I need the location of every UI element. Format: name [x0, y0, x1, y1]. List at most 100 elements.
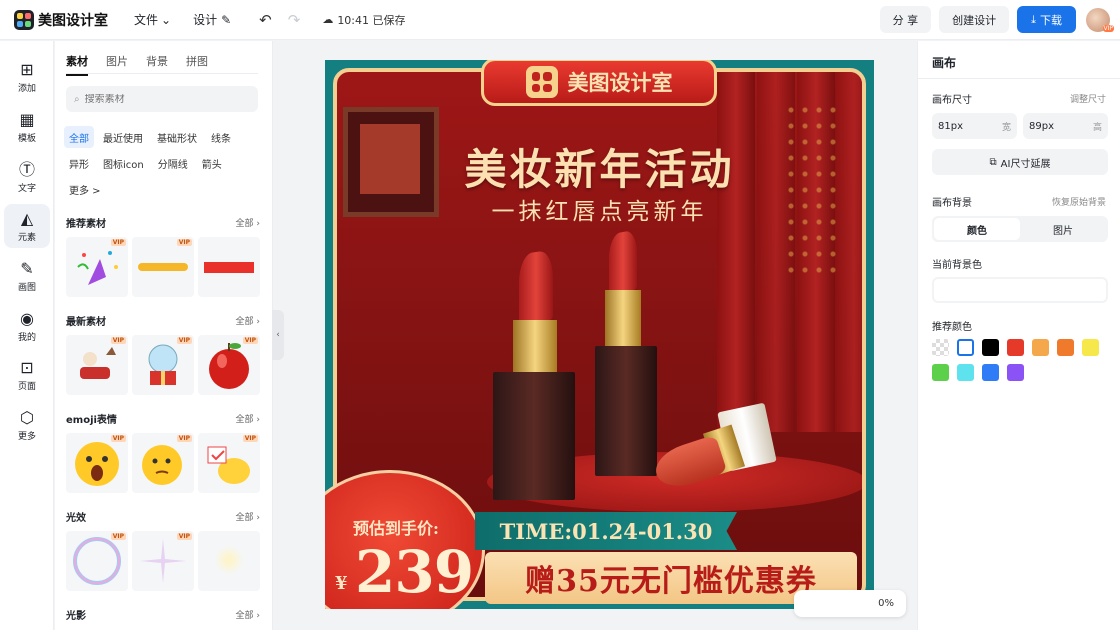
lipstick-gold-sleeve [513, 320, 557, 380]
rail-item-text[interactable]: Ⓣ 文字 [4, 155, 50, 199]
cube-icon: ⬡ [20, 407, 34, 427]
swatch-blue[interactable] [982, 364, 999, 381]
swatch-red[interactable] [1007, 339, 1024, 356]
section-emoji: emoji表情 全部 › VIP VIP VIP [66, 411, 260, 493]
curtain [717, 72, 755, 432]
height-field[interactable]: 89px 高 [1023, 113, 1108, 139]
rail-item-elements[interactable]: ◭ 元素 [4, 204, 50, 248]
swatch-green[interactable] [932, 364, 949, 381]
undo-icon[interactable]: ↶ [259, 11, 272, 29]
design-menu[interactable]: 设计 ✎ [193, 11, 231, 28]
brand-badge-text: 美图设计室 [567, 70, 673, 95]
zoom-control[interactable]: 0% [794, 590, 906, 617]
swatch-black[interactable] [982, 339, 999, 356]
app-logo[interactable]: 美图设计室 [14, 9, 108, 30]
chip-lines[interactable]: 线条 [206, 126, 236, 148]
avatar[interactable]: VIP [1086, 7, 1114, 32]
poster-subtitle[interactable]: 一抹红唇点亮新年 [337, 192, 862, 226]
chip-arrows[interactable]: 箭头 [197, 152, 227, 174]
see-all-link[interactable]: 全部 › [236, 608, 260, 621]
chip-icons[interactable]: 图标icon [98, 152, 149, 174]
properties-panel: 画布 画布尺寸 调整尺寸 81px 宽 89px 高 ⧉ AI尺寸延展 画布背景… [917, 41, 1120, 630]
asset-snow-globe[interactable]: VIP [132, 335, 194, 395]
asset-sparkle-star[interactable]: VIP [132, 531, 194, 591]
asset-glow-light[interactable] [198, 531, 260, 591]
asset-christmas-sleigh[interactable]: VIP [66, 335, 128, 395]
swatch-yellow[interactable] [1082, 339, 1099, 356]
see-all-link[interactable]: 全部 › [236, 216, 260, 229]
chip-recent[interactable]: 最近使用 [98, 126, 148, 148]
section-title: emoji表情 [66, 414, 117, 426]
vip-badge: VIP [176, 337, 192, 344]
asset-party-popper[interactable]: VIP [66, 237, 128, 297]
asset-red-bar[interactable] [198, 237, 260, 297]
apple-icon [209, 343, 249, 389]
swatch-transparent[interactable] [932, 339, 949, 356]
bg-type-toggle: 颜色 图片 [932, 216, 1108, 242]
asset-red-apple[interactable]: VIP [198, 335, 260, 395]
price-label[interactable]: 预估到手价: [353, 515, 439, 539]
design-canvas[interactable]: 美妆新年活动 一抹红唇点亮新年 美图设计室 预估到手价: ¥ 239 TIME:… [325, 60, 874, 609]
category-chips: 全部 最近使用 基础形状 线条 异形 图标icon 分隔线 箭头 更多 > [64, 126, 264, 200]
swatch-white[interactable] [957, 339, 974, 356]
bg-color-option[interactable]: 颜色 [934, 218, 1020, 240]
create-design-button[interactable]: 创建设计 [939, 6, 1010, 33]
glow-light-shape [214, 545, 244, 575]
price-value[interactable]: 239 [355, 538, 474, 606]
swatch-purple[interactable] [1007, 364, 1024, 381]
share-button[interactable]: 分 享 [879, 6, 932, 33]
asset-bubble-ring[interactable]: VIP [66, 531, 128, 591]
rail-label: 元素 [17, 232, 36, 243]
time-banner[interactable]: TIME:01.24-01.30 [475, 512, 737, 550]
assets-panel: 素材 图片 背景 拼图 ⌕ 全部 最近使用 基础形状 线条 异形 图标icon … [55, 41, 273, 630]
rail-item-template[interactable]: ▦ 模板 [4, 105, 50, 149]
download-button[interactable]: ⤓ 下载 [1017, 6, 1076, 33]
vip-badge: VIP [242, 435, 258, 442]
collapse-panel-button[interactable]: ‹ [272, 310, 284, 360]
rail-label: 页面 [17, 381, 36, 392]
see-all-link[interactable]: 全部 › [236, 510, 260, 523]
rail-item-mine[interactable]: ◉ 我的 [4, 304, 50, 348]
tabs-divider [66, 73, 258, 74]
lipstick-bullet [609, 229, 637, 295]
swatch-light-orange[interactable] [1032, 339, 1049, 356]
width-field[interactable]: 81px 宽 [932, 113, 1017, 139]
poster-title[interactable]: 美妆新年活动 [337, 136, 862, 197]
bubble-ring-icon [73, 537, 121, 585]
ai-extend-button[interactable]: ⧉ AI尺寸延展 [932, 149, 1108, 175]
chip-irregular[interactable]: 异形 [64, 152, 94, 174]
swatch-orange[interactable] [1057, 339, 1074, 356]
rail-item-add[interactable]: ⊞ 添加 [4, 55, 50, 99]
file-menu[interactable]: 文件 ⌄ [134, 11, 171, 28]
search-box[interactable]: ⌕ [66, 86, 258, 112]
brand-badge[interactable]: 美图设计室 [481, 60, 717, 106]
download-icon: ⤓ [1031, 12, 1036, 26]
rail-label: 文字 [17, 183, 36, 194]
asset-chick-emoji[interactable]: VIP [198, 433, 260, 493]
chip-more[interactable]: 更多 > [64, 178, 106, 200]
bg-image-option[interactable]: 图片 [1020, 218, 1106, 240]
vip-badge: VIP [110, 337, 126, 344]
asset-thinking-emoji[interactable]: VIP [132, 433, 194, 493]
chip-dividers[interactable]: 分隔线 [153, 152, 193, 174]
search-input[interactable] [84, 93, 235, 105]
asset-shocked-emoji[interactable]: VIP [66, 433, 128, 493]
swatch-cyan[interactable] [957, 364, 974, 381]
rail-item-page[interactable]: ⊡ 页面 [4, 353, 50, 397]
see-all-link[interactable]: 全部 › [236, 412, 260, 425]
vip-badge: VIP [176, 435, 192, 442]
section-title: 光影 [66, 610, 86, 622]
asset-yellow-brush[interactable]: VIP [132, 237, 194, 297]
rail-item-more[interactable]: ⬡ 更多 [4, 403, 50, 447]
redo-icon[interactable]: ↷ [288, 11, 301, 29]
height-unit: 高 [1092, 122, 1102, 133]
current-bg-color-field[interactable] [932, 277, 1108, 303]
coupon-text: 赠35元无门槛优惠券 [525, 564, 817, 599]
adjust-size-link[interactable]: 调整尺寸 [1070, 92, 1106, 105]
chip-all[interactable]: 全部 [64, 126, 94, 148]
chip-basic-shapes[interactable]: 基础形状 [152, 126, 202, 148]
see-all-link[interactable]: 全部 › [236, 314, 260, 327]
restore-bg-link[interactable]: 恢复原始背景 [1052, 195, 1106, 208]
price-currency: ¥ [335, 573, 348, 594]
rail-item-draw[interactable]: ✎ 画图 [4, 254, 50, 298]
